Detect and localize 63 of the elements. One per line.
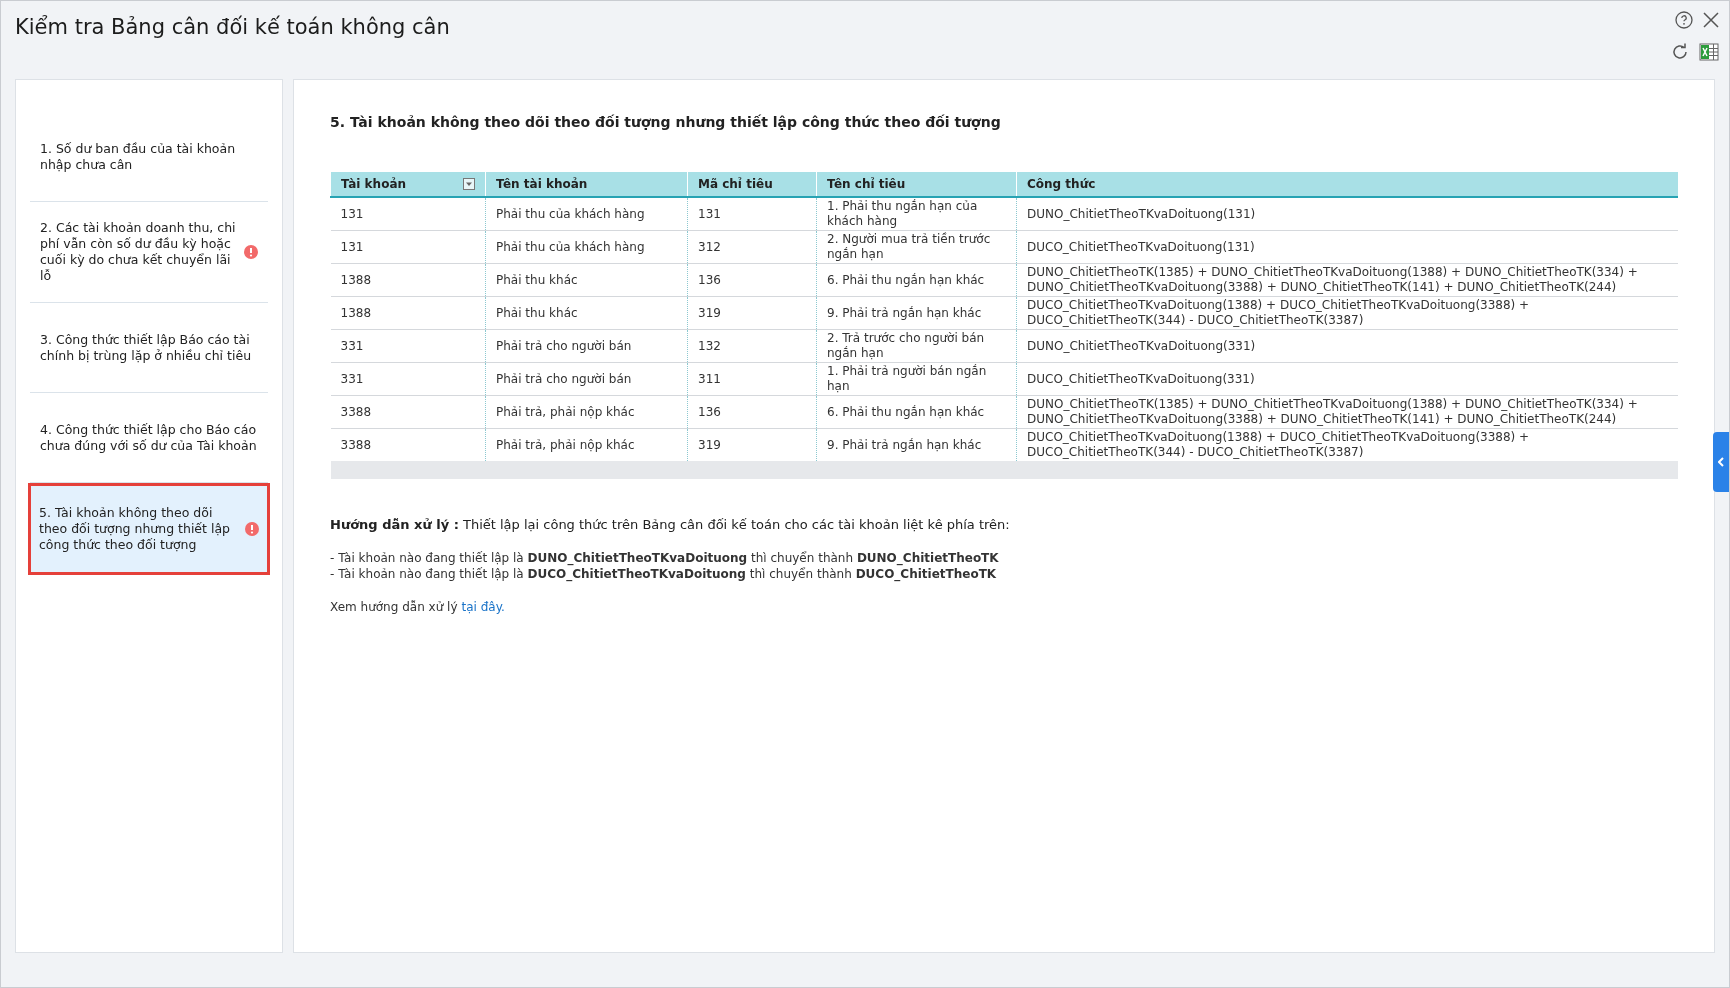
- sidebar-item[interactable]: 1. Số dư ban đầu của tài khoản nhập chưa cân: [30, 112, 268, 202]
- table-cell: 9. Phải trả ngắn hạn khác: [816, 296, 1017, 330]
- table-cell: 6. Phải thu ngắn hạn khác: [816, 263, 1017, 297]
- table-cell: 136: [687, 395, 817, 429]
- close-icon[interactable]: [1703, 12, 1719, 28]
- table-cell: 331: [330, 329, 486, 363]
- table-cell: Phải thu của khách hàng: [485, 230, 688, 264]
- refresh-icon[interactable]: [1671, 43, 1689, 61]
- table-cell: DUCO_ChitietTheoTKvaDoituong(131): [1016, 230, 1678, 264]
- table-cell: 1. Phải thu ngắn hạn của khách hàng: [816, 197, 1017, 231]
- table-cell: Phải thu khác: [485, 296, 688, 330]
- table-cell: 131: [330, 230, 486, 264]
- chevron-left-icon: [1718, 457, 1724, 467]
- filter-dropdown-icon[interactable]: [463, 178, 475, 190]
- table-cell: DUCO_ChitietTheoTKvaDoituong(1388) + DUCO_ChitietTheoTKvaDoituong(3388) + DUCO_ChitietTheoTK(344) - DUCO_ChitietTheoTK(3387): [1016, 428, 1678, 470]
- table-cell: DUNO_ChitietTheoTK(1385) + DUNO_ChitietTheoTKvaDoituong(1388) + DUNO_ChitietTheoTK(334) + DUNO_ChitietTheoTKvaDoituong(3388) + DUNO_ChitietTheoTK(141) + DUNO_ChitietTheoTK(244): [1016, 263, 1678, 297]
- table-cell: 311: [687, 362, 817, 396]
- column-header: Tên chỉ tiêu: [816, 172, 1017, 197]
- table-cell: 1388: [330, 296, 486, 330]
- table-cell: 3388: [330, 395, 486, 429]
- table-cell: DUCO_ChitietTheoTKvaDoituong(331): [1016, 362, 1678, 396]
- table-cell: Phải trả cho người bán: [485, 362, 688, 396]
- table-cell: Phải trả, phải nộp khác: [485, 428, 688, 470]
- sidebar-item[interactable]: 3. Công thức thiết lập Báo cáo tài chính bị trùng lặp ở nhiều chỉ tiêu: [30, 303, 268, 393]
- excel-export-icon[interactable]: [1699, 43, 1719, 61]
- table-cell: Phải trả cho người bán: [485, 329, 688, 363]
- table-cell: 9. Phải trả ngắn hạn khác: [816, 428, 1017, 470]
- table-cell: DUNO_ChitietTheoTKvaDoituong(331): [1016, 329, 1678, 363]
- table-cell: 131: [687, 197, 817, 231]
- guide-line: - Tài khoản nào đang thiết lập là DUCO_ChitietTheoTKvaDoituong thì chuyển thành DUCO_ChitietTheoTK: [330, 566, 998, 582]
- column-header: Tên tài khoản: [485, 172, 688, 197]
- window-title: Kiểm tra Bảng cân đối kế toán không cân: [15, 15, 450, 39]
- table-cell: 2. Người mua trả tiền trước ngắn hạn: [816, 230, 1017, 264]
- table-cell: DUNO_ChitietTheoTKvaDoituong(131): [1016, 197, 1678, 231]
- table-cell: 131: [330, 197, 486, 231]
- guide-text: Hướng dẫn xử lý : Thiết lập lại công thức trên Bảng cân đối kế toán cho các tài khoản liệt kê phía trên:: [330, 517, 1011, 532]
- table-cell: Phải thu khác: [485, 263, 688, 297]
- sidebar-item[interactable]: 2. Các tài khoản doanh thu, chi phí vẫn còn số dư đầu kỳ hoặc cuối kỳ do chưa kết chuyển lãi lỗ: [30, 202, 268, 303]
- table-cell: 2. Trả trước cho người bán ngắn hạn: [816, 329, 1017, 363]
- table-cell: Phải thu của khách hàng: [485, 197, 688, 231]
- table-cell: 136: [687, 263, 817, 297]
- table-cell: 319: [687, 428, 817, 470]
- table-cell: DUCO_ChitietTheoTKvaDoituong(1388) + DUCO_ChitietTheoTKvaDoituong(3388) + DUCO_ChitietTheoTK(344) - DUCO_ChitietTheoTK(3387): [1016, 296, 1678, 330]
- table-cell: 1. Phải trả người bán ngắn hạn: [816, 362, 1017, 396]
- see-more-text: Xem hướng dẫn xử lý: [330, 600, 458, 614]
- sidebar-item[interactable]: 5. Tài khoản không theo dõi theo đối tượng nhưng thiết lập công thức theo đối tượng: [28, 483, 270, 575]
- column-header: Mã chỉ tiêu: [687, 172, 817, 197]
- table-cell: Phải trả, phải nộp khác: [485, 395, 688, 429]
- table-cell: 331: [330, 362, 486, 396]
- help-icon[interactable]: [1675, 11, 1693, 29]
- table-cell: 1388: [330, 263, 486, 297]
- collapse-handle[interactable]: [1713, 432, 1729, 492]
- help-link[interactable]: tại đây.: [461, 600, 505, 614]
- guide-line: - Tài khoản nào đang thiết lập là DUNO_ChitietTheoTKvaDoituong thì chuyển thành DUNO_ChitietTheoTK: [330, 550, 1000, 566]
- table-cell: 6. Phải thu ngắn hạn khác: [816, 395, 1017, 429]
- section-heading: 5. Tài khoản không theo dõi theo đối tượng nhưng thiết lập công thức theo đối tượng: [330, 114, 1002, 130]
- column-header: Tài khoản: [330, 172, 486, 197]
- table-cell: 3388: [330, 428, 486, 470]
- table-cell: DUNO_ChitietTheoTK(1385) + DUNO_ChitietTheoTKvaDoituong(1388) + DUNO_ChitietTheoTK(334) + DUNO_ChitietTheoTKvaDoituong(3388) + DUNO_ChitietTheoTK(141) + DUNO_ChitietTheoTK(244): [1016, 395, 1678, 429]
- table-cell: 312: [687, 230, 817, 264]
- table-cell: 132: [687, 329, 817, 363]
- column-header: Công thức: [1016, 172, 1678, 197]
- table-cell: 319: [687, 296, 817, 330]
